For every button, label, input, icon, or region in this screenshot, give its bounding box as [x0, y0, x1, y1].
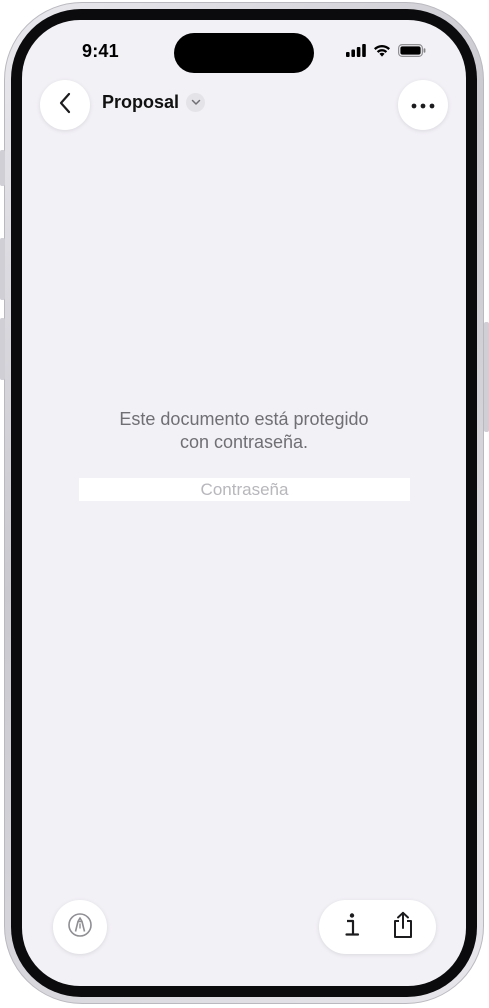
markup-pen-icon	[67, 912, 93, 943]
battery-icon	[398, 44, 426, 62]
dynamic-island	[174, 33, 314, 73]
info-icon	[343, 912, 361, 943]
share-icon	[391, 911, 415, 944]
markup-button[interactable]	[53, 900, 107, 954]
message-line-1: Este documento está protegido	[119, 409, 369, 429]
volume-down-button	[0, 318, 5, 380]
share-button[interactable]	[381, 905, 425, 949]
chevron-down-icon	[186, 93, 206, 112]
status-icons	[346, 44, 426, 62]
password-field[interactable]	[79, 478, 410, 501]
document-title: Proposal	[102, 92, 180, 112]
info-button[interactable]	[330, 905, 374, 949]
action-button	[0, 150, 5, 186]
document-title-menu[interactable]: Proposal	[102, 92, 206, 113]
more-button[interactable]	[398, 80, 448, 130]
cellular-signal-icon	[346, 44, 366, 62]
message-line-2: con contraseña.	[179, 432, 309, 452]
side-button	[484, 322, 489, 432]
password-protected-message: Este documento está protegido con contra…	[22, 408, 466, 454]
status-time: 9:41	[82, 41, 119, 61]
ellipsis-icon	[411, 96, 435, 114]
wifi-icon	[373, 44, 391, 62]
toolbar-pill	[319, 900, 436, 954]
volume-up-button	[0, 238, 5, 300]
chevron-left-icon	[58, 92, 72, 119]
back-button[interactable]	[40, 80, 90, 130]
screen: 9:41 Proposal Este documento está proteg…	[22, 20, 466, 986]
